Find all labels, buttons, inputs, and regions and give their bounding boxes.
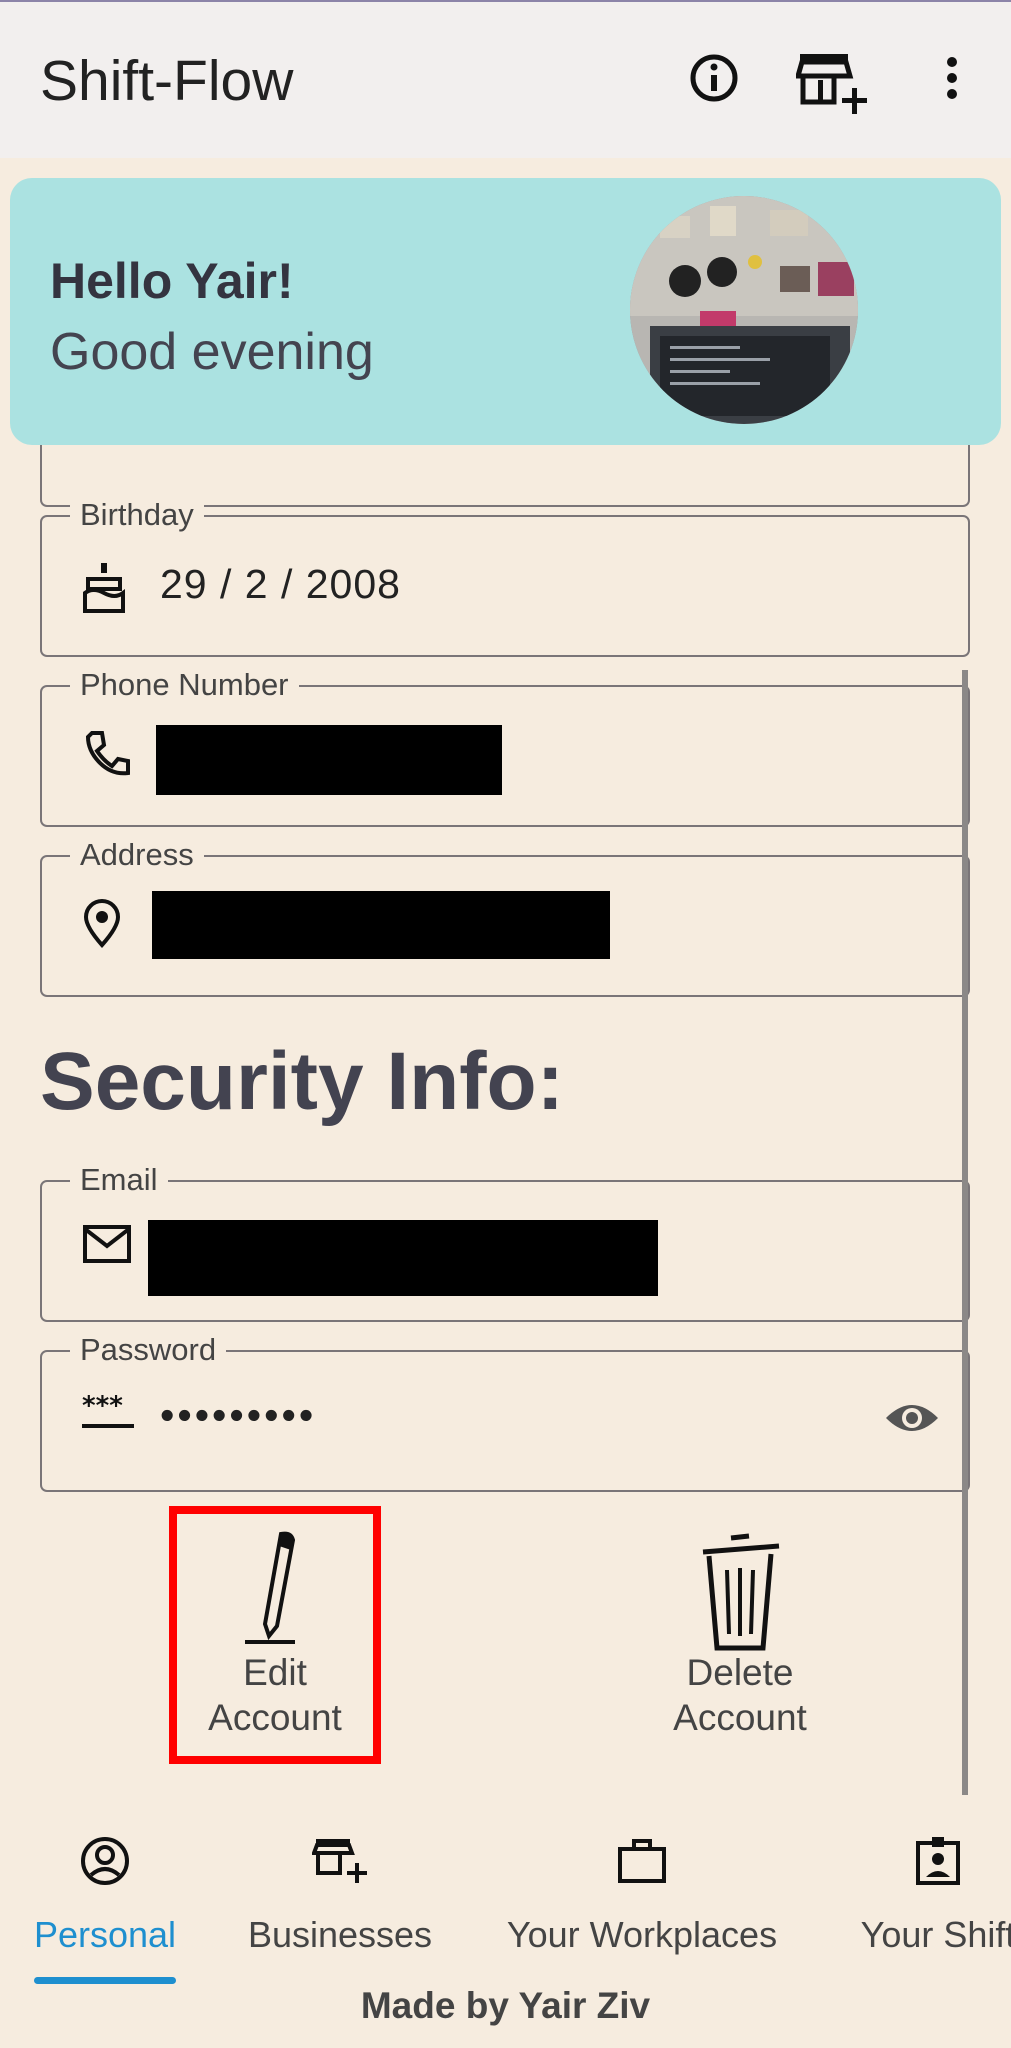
store-add-icon[interactable]	[794, 52, 870, 123]
nav-label-businesses: Businesses	[247, 1914, 433, 1955]
nav-label-workplaces: Your Workplaces	[506, 1914, 778, 1955]
phone-redacted-value	[156, 725, 502, 795]
greeting-hello: Hello Yair!	[50, 253, 294, 309]
address-field[interactable]: Address	[40, 835, 970, 997]
birthday-label: Birthday	[70, 495, 204, 535]
email-field[interactable]: Email	[40, 1160, 970, 1322]
nav-label-shifts: Your Shift	[860, 1914, 1011, 1955]
cake-icon	[82, 559, 126, 618]
delete-account-button[interactable]: Delete Account	[640, 1530, 840, 1740]
email-redacted-value	[148, 1220, 658, 1296]
app-title: Shift-Flow	[40, 49, 294, 113]
location-pin-icon	[82, 899, 122, 954]
profile-scroll-area[interactable]: Birthday 29 / 2 / 2008 Phone Number Addr…	[0, 445, 1011, 1795]
badge-icon	[914, 1837, 962, 1891]
eye-icon[interactable]	[884, 1398, 940, 1443]
greeting-subtitle: Good evening	[50, 323, 374, 381]
svg-text:***: ***	[82, 1394, 123, 1421]
nav-item-businesses[interactable]: Businesses	[240, 1835, 440, 1956]
delete-account-line2: Account	[673, 1697, 807, 1738]
account-circle-icon	[79, 1837, 131, 1891]
delete-account-line1: Delete	[686, 1652, 794, 1693]
trash-icon	[640, 1530, 840, 1651]
nav-label-personal: Personal	[33, 1914, 177, 1955]
scrollbar[interactable]	[962, 670, 968, 1795]
nav-item-workplaces[interactable]: Your Workplaces	[492, 1835, 792, 1956]
security-section-title: Security Info:	[40, 1036, 564, 1127]
address-label: Address	[70, 835, 204, 875]
briefcase-icon	[616, 1839, 668, 1891]
email-label: Email	[70, 1160, 168, 1200]
birthday-field[interactable]: Birthday 29 / 2 / 2008	[40, 495, 970, 657]
password-value: •••••••••	[160, 1392, 317, 1438]
footer-credit: Made by Yair Ziv	[360, 1985, 651, 2026]
password-field[interactable]: Password *** •••••••••	[40, 1330, 970, 1492]
highlight-annotation-box	[169, 1506, 381, 1764]
password-label: Password	[70, 1330, 227, 1370]
nav-item-personal[interactable]: Personal	[30, 1835, 180, 1956]
greeting-card: Hello Yair! Good evening	[10, 178, 1001, 445]
info-icon[interactable]	[688, 52, 740, 109]
password-icon: ***	[82, 1391, 134, 1439]
store-add-icon	[311, 1839, 368, 1891]
nav-active-indicator	[34, 1977, 176, 1984]
mail-icon	[82, 1224, 132, 1269]
top-app-bar: Shift-Flow	[0, 0, 1011, 158]
phone-field[interactable]: Phone Number	[40, 665, 970, 827]
address-redacted-value	[152, 891, 610, 959]
phone-label: Phone Number	[70, 665, 299, 705]
phone-icon	[82, 729, 132, 784]
birthday-value: 29 / 2 / 2008	[160, 561, 401, 607]
avatar[interactable]	[630, 196, 858, 424]
nav-item-shifts[interactable]: Your Shift	[843, 1835, 1011, 1956]
more-vert-icon[interactable]	[936, 52, 968, 109]
